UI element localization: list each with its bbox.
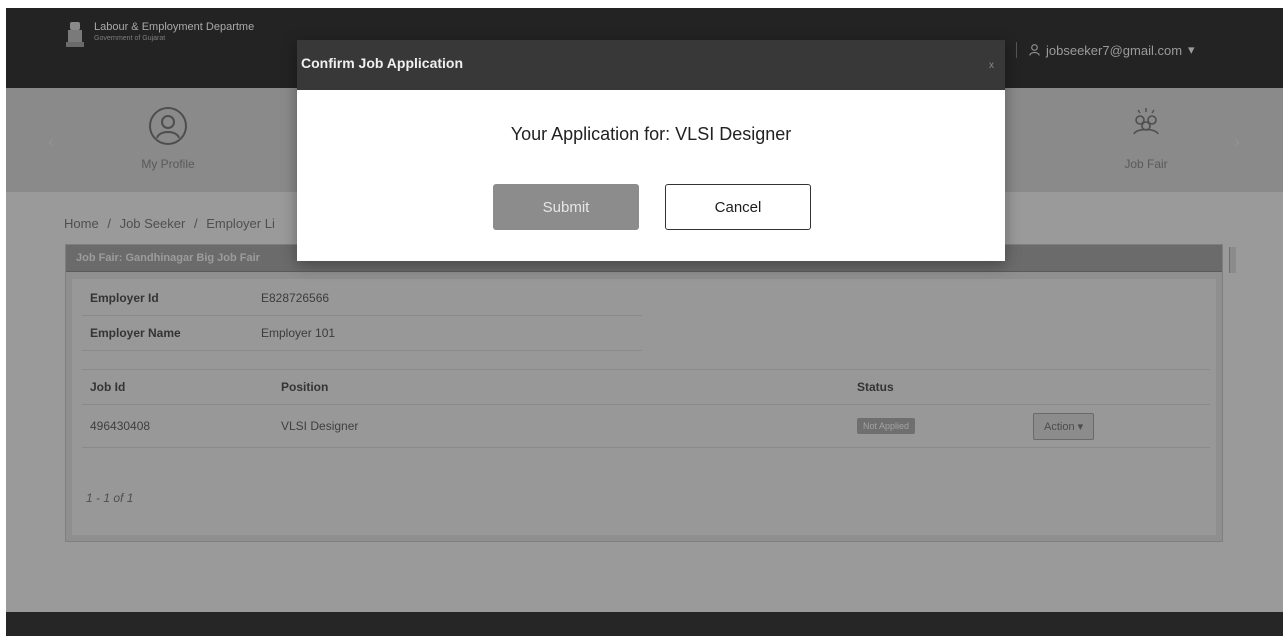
app-window: Labour & Employment Departme Government … bbox=[6, 8, 1283, 636]
table-row: Employer Name Employer 101 bbox=[82, 315, 642, 351]
breadcrumb: Home / Job Seeker / Employer Li bbox=[64, 216, 280, 231]
panel-scroll-handle bbox=[1229, 247, 1236, 273]
status-badge: Not Applied bbox=[857, 418, 916, 434]
tile-my-profile[interactable]: My Profile bbox=[108, 106, 228, 171]
breadcrumb-home[interactable]: Home bbox=[64, 216, 99, 231]
action-cell: Action ▾ bbox=[1025, 404, 1210, 448]
pagination-info: 1 - 1 of 1 bbox=[86, 491, 134, 505]
chevron-left-icon[interactable]: ‹ bbox=[48, 132, 54, 153]
tile-label: Job Fair bbox=[1124, 157, 1168, 171]
breadcrumb-separator: / bbox=[107, 216, 111, 231]
close-icon[interactable]: x bbox=[989, 60, 994, 71]
column-header-position: Position bbox=[273, 369, 849, 405]
chevron-down-icon: ▾ bbox=[1077, 420, 1084, 433]
tile-job-fair[interactable]: Job Fair bbox=[1086, 106, 1206, 171]
tile-label: My Profile bbox=[141, 157, 195, 171]
panel-body: Employer Id E828726566 Employer Name Emp… bbox=[72, 279, 1216, 535]
person-icon bbox=[1029, 44, 1040, 56]
employer-id-value: E828726566 bbox=[253, 281, 642, 316]
modal-title: Confirm Job Application bbox=[301, 55, 464, 71]
action-label: Action bbox=[1044, 420, 1075, 433]
action-dropdown-button[interactable]: Action ▾ bbox=[1033, 412, 1095, 440]
employer-name-value: Employer 101 bbox=[253, 315, 642, 351]
table-row: Employer Id E828726566 bbox=[82, 281, 642, 316]
org-name: Labour & Employment Departme bbox=[94, 21, 255, 33]
breadcrumb-job-seeker[interactable]: Job Seeker bbox=[120, 216, 186, 231]
footer bbox=[6, 612, 1283, 636]
profile-icon bbox=[149, 107, 187, 145]
emblem-icon bbox=[66, 22, 84, 47]
breadcrumb-employer-list[interactable]: Employer Li bbox=[206, 216, 275, 231]
submit-button[interactable]: Submit bbox=[493, 184, 639, 230]
employer-info-table: Employer Id E828726566 Employer Name Emp… bbox=[82, 281, 642, 351]
org-subtitle: Government of Gujarat bbox=[94, 35, 166, 42]
chevron-right-icon[interactable]: › bbox=[1234, 132, 1240, 153]
column-header-action bbox=[1025, 369, 1210, 405]
modal-message: Your Application for: VLSI Designer bbox=[510, 124, 792, 144]
breadcrumb-separator: / bbox=[193, 216, 198, 231]
job-fair-panel: Job Fair: Gandhinagar Big Job Fair Emplo… bbox=[65, 244, 1236, 542]
employer-id-label: Employer Id bbox=[82, 281, 253, 316]
confirm-modal: Confirm Job Application x Your Applicati… bbox=[297, 40, 1005, 261]
job-fair-icon bbox=[1133, 108, 1159, 135]
modal-header: Confirm Job Application x bbox=[297, 40, 1005, 90]
jobs-table: Job Id Position Status 496430408 VLSI De… bbox=[82, 369, 1210, 448]
position-cell: VLSI Designer bbox=[273, 404, 849, 448]
column-header-status: Status bbox=[849, 369, 1025, 405]
brand[interactable]: Labour & Employment Departme Government … bbox=[64, 20, 254, 50]
status-cell: Not Applied bbox=[849, 404, 1025, 448]
user-email: jobseeker7@gmail.com bbox=[1046, 42, 1183, 58]
employer-name-label: Employer Name bbox=[82, 315, 253, 351]
column-header-job-id: Job Id bbox=[82, 369, 273, 405]
table-header-row: Job Id Position Status bbox=[82, 369, 1210, 405]
job-id-cell: 496430408 bbox=[82, 404, 273, 448]
navbar-divider bbox=[1016, 42, 1017, 58]
table-row: 496430408 VLSI Designer Not Applied Acti… bbox=[82, 404, 1210, 448]
chevron-down-icon: ▾ bbox=[1188, 42, 1195, 57]
user-menu[interactable]: jobseeker7@gmail.com ▾ bbox=[1016, 42, 1195, 58]
cancel-button[interactable]: Cancel bbox=[665, 184, 811, 230]
